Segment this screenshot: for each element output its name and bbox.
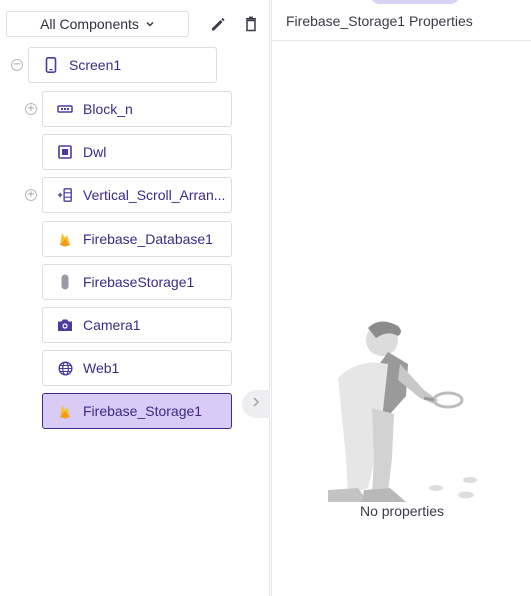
tree-node-web1[interactable]: Web1	[42, 350, 232, 386]
firebase-icon	[57, 403, 73, 419]
tree-node-label: Dwl	[83, 144, 107, 160]
tree-node-label: Block_n	[83, 101, 133, 117]
tree-row: Web1	[0, 350, 270, 386]
vertical-scroll-icon	[57, 187, 73, 203]
tree-node-label: Screen1	[69, 57, 122, 73]
tree-row: + Block_n	[0, 91, 270, 127]
tree-row: − Screen1	[0, 47, 270, 83]
collapse-panel-button[interactable]	[242, 390, 270, 418]
tree-node-block-n[interactable]: Block_n	[42, 91, 232, 127]
person-with-magnifier-illustration	[328, 318, 478, 508]
expand-icon[interactable]: +	[25, 189, 37, 201]
tree-row: Firebase_Storage1	[0, 393, 270, 429]
tree-node-vertical-scroll-arran[interactable]: Vertical_Scroll_Arran...	[42, 177, 232, 213]
globe-icon	[57, 360, 73, 376]
tree-node-firebasestorage1[interactable]: FirebaseStorage1	[42, 264, 232, 300]
storage-pill-icon	[57, 274, 73, 290]
tree-node-label: Vertical_Scroll_Arran...	[83, 187, 226, 203]
components-panel: All Components − Screen1 + Block_n Dwl + Verti…	[0, 0, 270, 596]
properties-panel: Firebase_Storage1 Properties No properti…	[271, 0, 531, 596]
tree-node-label: FirebaseStorage1	[83, 274, 195, 290]
phone-icon	[43, 57, 59, 73]
tree-row: FirebaseStorage1	[0, 264, 270, 300]
tree-node-label: Firebase_Storage1	[83, 403, 203, 419]
chevron-down-icon	[145, 16, 155, 32]
square-component-icon	[57, 144, 73, 160]
tree-row: Dwl	[0, 134, 270, 170]
tree-node-label: Camera1	[83, 317, 141, 333]
pencil-icon[interactable]	[209, 15, 227, 33]
expand-icon[interactable]: +	[25, 103, 37, 115]
tree-node-dwl[interactable]: Dwl	[42, 134, 232, 170]
tree-node-camera1[interactable]: Camera1	[42, 307, 232, 343]
chevron-right-icon	[251, 395, 261, 413]
properties-title: Firebase_Storage1 Properties	[286, 13, 473, 29]
camera-icon	[57, 317, 73, 333]
tree-row: Camera1	[0, 307, 270, 343]
components-filter-label: All Components	[40, 16, 139, 32]
horizontal-arrangement-icon	[57, 101, 73, 117]
components-toolbar: All Components	[0, 0, 270, 44]
collapse-icon[interactable]: −	[11, 59, 23, 71]
tree-node-label: Web1	[83, 360, 120, 376]
tree-node-firebase-storage1[interactable]: Firebase_Storage1	[42, 393, 232, 429]
properties-header-divider	[272, 40, 531, 41]
firebase-icon	[57, 231, 73, 247]
tree-row: + Vertical_Scroll_Arran...	[0, 177, 270, 213]
tree-row: Firebase_Database1	[0, 221, 270, 257]
no-properties-text: No properties	[359, 503, 445, 519]
tree-node-label: Firebase_Database1	[83, 231, 213, 247]
tree-node-firebase-database1[interactable]: Firebase_Database1	[42, 221, 232, 257]
trash-icon[interactable]	[242, 15, 260, 33]
components-filter-dropdown[interactable]: All Components	[6, 11, 189, 37]
tree-node-screen1[interactable]: Screen1	[28, 47, 217, 83]
